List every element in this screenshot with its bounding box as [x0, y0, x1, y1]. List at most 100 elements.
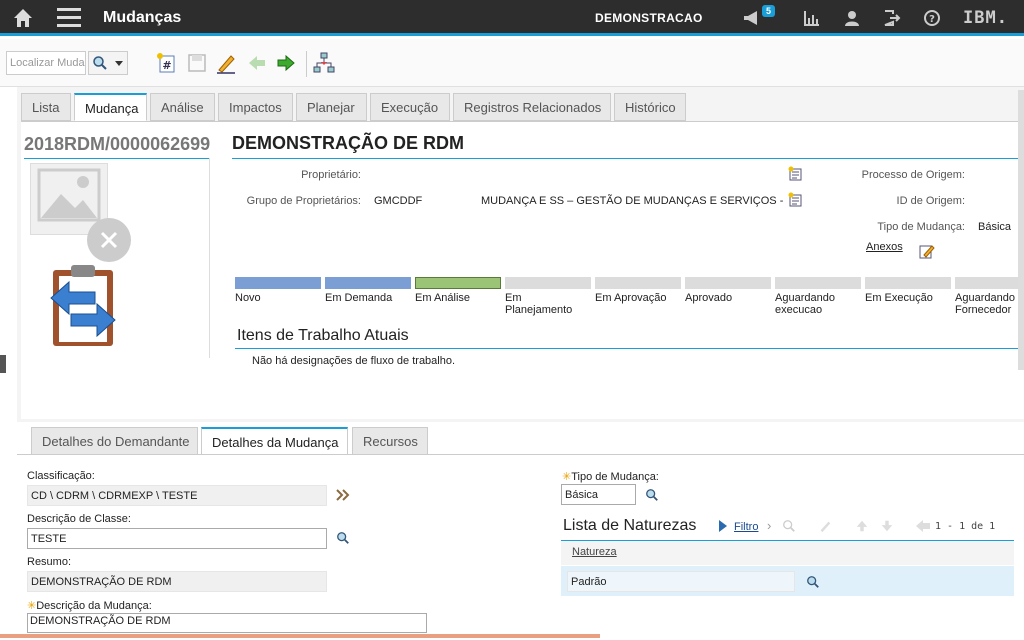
record-card: 2018RDM/0000062699 DEMONSTRAÇÃO DE RDM P…: [21, 121, 1024, 419]
workflow-step: Em Execução: [865, 277, 951, 304]
menu-icon[interactable]: [57, 8, 81, 28]
attachments-link[interactable]: Anexos: [866, 241, 903, 253]
change-description-label: ✳Descrição da Mudança:: [27, 599, 152, 612]
owner-label: Proprietário:: [301, 169, 361, 181]
app-title: Mudanças: [103, 9, 182, 26]
tab-registros-relacionados[interactable]: Registros Relacionados: [453, 93, 611, 121]
workflow-step-label: Em Execução: [865, 292, 933, 304]
detail-change-type-label-text: Tipo de Mudança:: [571, 471, 659, 483]
next-record-icon[interactable]: [275, 52, 297, 74]
save-icon[interactable]: [186, 52, 208, 74]
detail-change-type-field[interactable]: Básica: [561, 484, 636, 505]
toolbar: Localizar Muda #: [0, 39, 1024, 87]
workflow-step: Aguardando execucao: [775, 277, 861, 316]
workflow-step: Aguardando Fornecedor: [955, 277, 1024, 316]
workflow-step: Em Demanda: [325, 277, 411, 304]
scrollbar[interactable]: [1018, 90, 1024, 370]
classification-label: Classificação:: [27, 470, 95, 482]
select-owner-group-icon[interactable]: [788, 192, 804, 208]
tab-planejar[interactable]: Planejar: [296, 93, 367, 121]
class-description-lookup-icon[interactable]: [336, 531, 350, 545]
tab-lista[interactable]: Lista: [21, 93, 71, 121]
tab-mudanca[interactable]: Mudança: [74, 93, 147, 121]
workflow-step-bar: [685, 277, 771, 289]
change-description-field[interactable]: DEMONSTRAÇÃO DE RDM: [27, 613, 427, 633]
help-icon[interactable]: ?: [923, 9, 941, 27]
work-items-empty-message: Não há designações de fluxo de trabalho.: [252, 355, 456, 367]
work-items-title: Itens de Trabalho Atuais: [237, 327, 409, 344]
workflow-step: Novo: [235, 277, 321, 304]
search-input[interactable]: Localizar Muda: [6, 51, 86, 75]
close-icon: [100, 231, 118, 249]
select-owner-icon[interactable]: [788, 166, 804, 182]
class-description-field[interactable]: TESTE: [27, 528, 327, 549]
svg-text:#: #: [162, 59, 171, 72]
classification-field: CD \ CDRM \ CDRMEXP \ TESTE: [27, 485, 327, 506]
new-record-icon[interactable]: #: [155, 52, 177, 74]
natures-table-header: Natureza: [561, 541, 1014, 565]
natures-list-title: Lista de Naturezas: [563, 517, 697, 534]
clear-filter-icon[interactable]: [818, 519, 832, 533]
required-icon: ✳: [27, 600, 37, 612]
filter-toggle-icon[interactable]: [718, 519, 728, 533]
divider: [17, 454, 1024, 455]
tab-detalhes-demandante[interactable]: Detalhes do Demandante: [31, 427, 198, 455]
nature-lookup-icon[interactable]: [806, 575, 820, 589]
tab-recursos[interactable]: Recursos: [352, 427, 428, 455]
workflow-step-bar: [325, 277, 411, 289]
detail-change-type-label: ✳Tipo de Mudança:: [562, 470, 659, 483]
workflow-step-label: Aguardando execucao: [775, 292, 835, 316]
edit-icon[interactable]: [215, 52, 237, 74]
workflow-step-bar: [865, 277, 951, 289]
find-icon[interactable]: [782, 519, 796, 533]
classification-detail-icon[interactable]: [335, 488, 351, 502]
workflow-step-bar: [595, 277, 681, 289]
workflow-step-label: Em Aprovação: [595, 292, 667, 304]
workflow-step-bar: [235, 277, 321, 289]
divider: [209, 158, 210, 358]
summary-label: Resumo:: [27, 556, 72, 568]
divider: [232, 158, 1024, 159]
collapse-handle[interactable]: [0, 355, 6, 373]
user-profile-icon[interactable]: [843, 9, 861, 27]
reports-icon[interactable]: [803, 9, 821, 27]
home-icon[interactable]: [12, 7, 34, 29]
record-title: DEMONSTRAÇÃO DE RDM: [232, 133, 464, 153]
nature-cell: Padrão: [567, 571, 795, 592]
tab-detalhes-mudanca[interactable]: Detalhes da Mudança: [201, 427, 348, 455]
record-id: 2018RDM/0000062699: [24, 134, 211, 154]
workflow-step-label: Novo: [235, 292, 261, 304]
owner-group-description: MUDANÇA E SS – GESTÃO DE MUDANÇAS E SERV…: [481, 195, 784, 207]
workflow-step-label: Em Análise: [415, 292, 471, 304]
tab-execucao[interactable]: Execução: [370, 93, 450, 121]
change-clipboard-icon: [50, 265, 116, 346]
column-header-natureza[interactable]: Natureza: [572, 546, 617, 558]
sign-out-icon[interactable]: [883, 9, 901, 27]
svg-text:?: ?: [929, 14, 935, 25]
attachments-edit-icon[interactable]: [919, 243, 935, 259]
chevron-down-icon: [115, 61, 123, 66]
previous-record-icon[interactable]: [246, 52, 268, 74]
workflow-icon[interactable]: [313, 52, 335, 74]
table-row[interactable]: Padrão: [561, 566, 1014, 596]
ibm-logo: IBM.: [963, 8, 1008, 28]
origin-process-label: Processo de Origem:: [861, 169, 965, 181]
filter-link[interactable]: Filtro: [734, 521, 758, 533]
change-type-value: Básica: [978, 221, 1012, 233]
origin-id-label: ID de Origem:: [896, 195, 965, 207]
search-button[interactable]: [88, 51, 128, 75]
tab-analise[interactable]: Análise: [150, 93, 215, 121]
pagination-text: 1 - 1 de 1: [935, 521, 996, 532]
filter-chevron-icon[interactable]: ›: [767, 518, 771, 533]
change-type-lookup-icon[interactable]: [645, 488, 659, 502]
arrow-down-icon[interactable]: [880, 519, 894, 533]
tab-historico[interactable]: Histórico: [614, 93, 686, 121]
tab-impactos[interactable]: Impactos: [218, 93, 293, 121]
megaphone-icon[interactable]: [742, 9, 760, 27]
notification-badge: 5: [762, 5, 776, 17]
workflow-step-bar: [955, 277, 1024, 289]
previous-page-icon[interactable]: [915, 519, 931, 533]
workflow-step: Aprovado: [685, 277, 771, 304]
arrow-up-icon[interactable]: [855, 519, 869, 533]
remove-image-button[interactable]: [87, 218, 131, 262]
